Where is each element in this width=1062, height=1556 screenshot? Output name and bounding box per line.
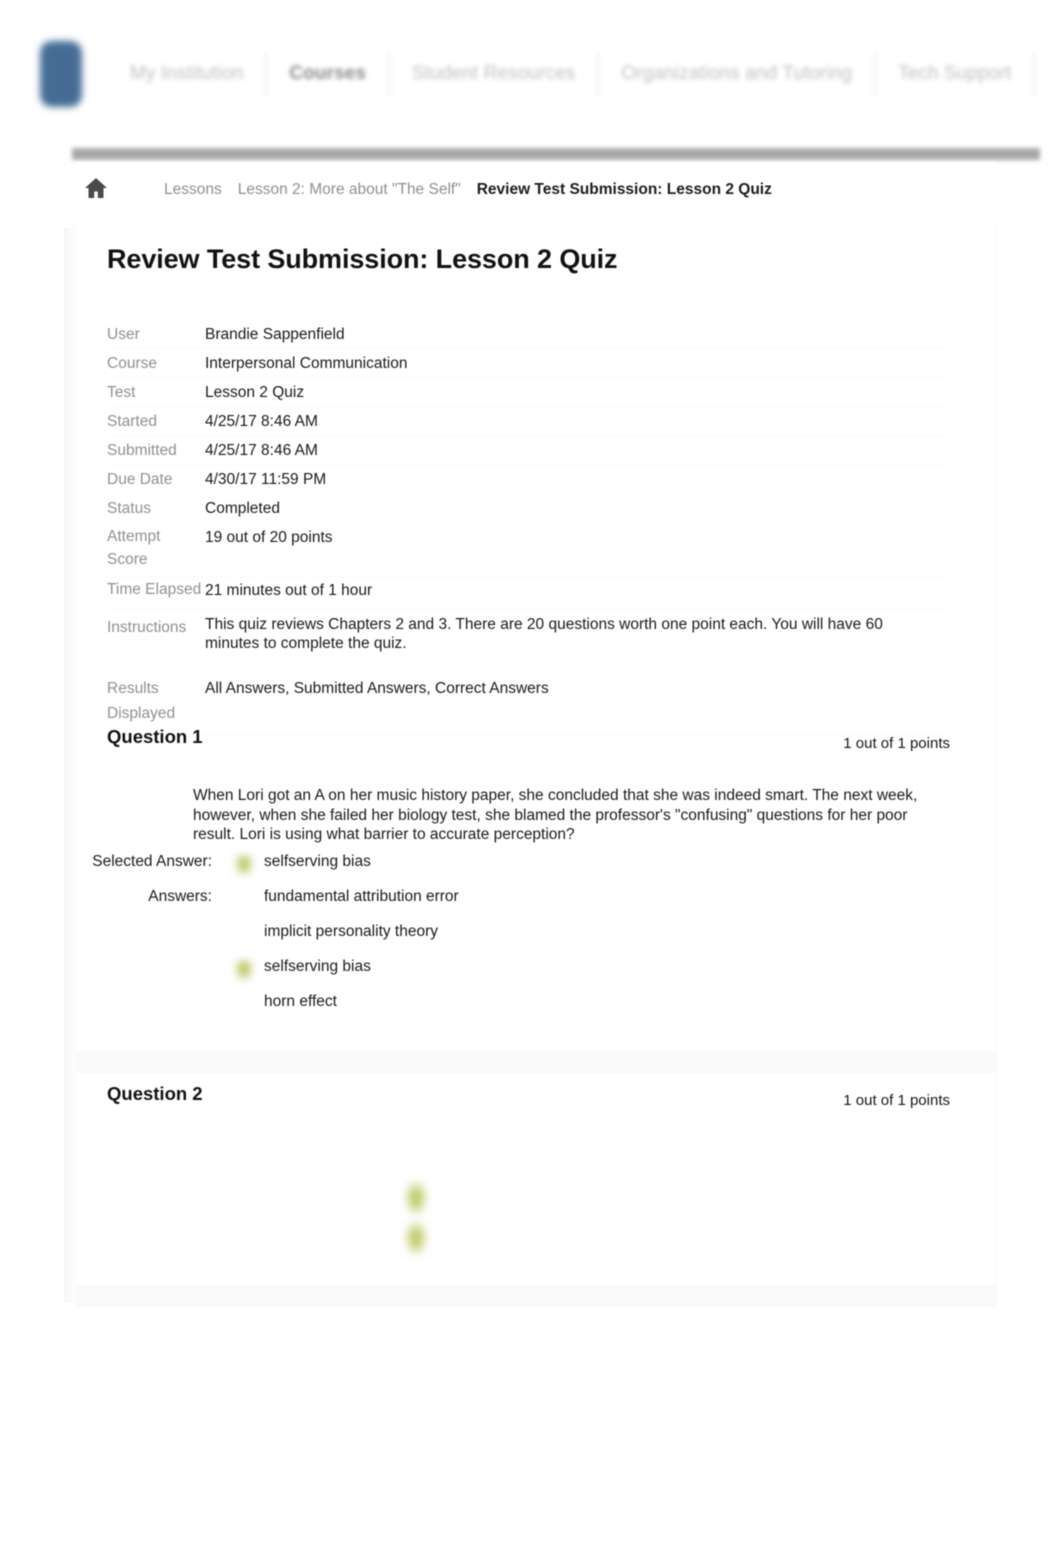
page-title: Review Test Submission: Lesson 2 Quiz [107,244,618,274]
correct-check-icon [234,854,254,876]
breadcrumb-item-lessons[interactable]: Lessons [164,181,222,199]
breadcrumb-item-current: Review Test Submission: Lesson 2 Quiz [476,181,772,198]
table-row: Submitted 4/25/17 8:46 AM [107,436,949,465]
answer-option-row: Answers: fundamental attribution error [76,887,996,922]
submission-summary-table: User Brandie Sappenfield Course Interper… [107,320,949,735]
selected-answer-text: selfserving bias [264,853,371,870]
question-1-title: Question 1 [107,726,203,747]
meta-label-results-displayed: Results Displayed [107,680,176,722]
meta-label-started: Started [107,412,157,430]
correct-answer-mark-wrap [224,852,264,876]
meta-value-status: Completed [205,499,280,517]
nav-tab-organizations-and-tutoring[interactable]: Organizations and Tutoring [599,63,874,85]
question-separator [76,1285,996,1307]
table-row: User Brandie Sappenfield [107,320,949,349]
answer-option-text: fundamental attribution error [264,888,459,905]
meta-value-course: Interpersonal Communication [205,354,408,372]
table-row: Started 4/25/17 8:46 AM [107,407,949,436]
question-block-1: Question 1 1 out of 1 points When Lori g… [76,720,996,1050]
page-root: My Institution Courses Student Resources… [0,0,1062,1556]
meta-label-instructions: Instructions [107,619,187,636]
answer-option-row: implicit personality theory [76,922,996,957]
meta-label-due-date: Due Date [107,470,173,488]
meta-value-submitted: 4/25/17 8:46 AM [205,441,318,459]
question-2-points: 1 out of 1 points [843,1092,950,1109]
question-2-header: Question 2 1 out of 1 points [76,1077,996,1117]
meta-label-attempt-score: Attempt Score [107,527,161,568]
meta-value-results-displayed: All Answers, Submitted Answers, Correct … [205,680,549,697]
answer-option-text: horn effect [264,993,337,1010]
meta-value-user: Brandie Sappenfield [205,325,345,343]
meta-value-due-date: 4/30/17 11:59 PM [205,470,327,488]
question-2-title: Question 2 [107,1083,203,1104]
question-1-header: Question 1 1 out of 1 points [76,720,996,760]
nav-tab-courses[interactable]: Courses [267,63,388,85]
meta-value-attempt-score: 19 out of 20 points [205,528,333,546]
nav-divider [1033,52,1036,96]
correct-check-icon [405,1181,427,1215]
answer-option-row: horn effect [76,992,996,1027]
table-row: Attempt Score 19 out of 20 points [107,523,949,577]
table-row: Test Lesson 2 Quiz [107,378,949,407]
nav-tab-student-resources[interactable]: Student Resources [390,63,597,85]
table-row: Course Interpersonal Communication [107,349,949,378]
course-header-bar [72,148,1040,160]
correct-check-icon [405,1221,427,1255]
question-1-answers: Selected Answer: selfserving bias Answer… [76,852,996,1027]
top-navigation-inner: My Institution Courses Student Resources… [40,40,1036,108]
table-row: Status Completed [107,494,949,523]
question-1-text: When Lori got an A on her music history … [193,787,918,843]
correct-answer-mark-wrap [224,957,264,981]
table-row: Instructions This quiz reviews Chapters … [107,609,949,670]
meta-label-user: User [107,325,140,343]
meta-label-submitted: Submitted [107,441,177,459]
breadcrumb: Lessons Lesson 2: More about "The Self" … [76,162,996,218]
meta-value-test: Lesson 2 Quiz [205,383,305,401]
question-separator [76,1051,996,1073]
institution-logo-icon[interactable] [40,41,82,107]
meta-label-test: Test [107,383,136,401]
answer-option-text: selfserving bias [264,958,371,975]
home-icon[interactable] [84,177,108,204]
breadcrumb-item-lesson-2[interactable]: Lesson 2: More about "The Self" [238,181,461,199]
question-block-2: Question 2 1 out of 1 points [76,1077,996,1307]
table-row: Due Date 4/30/17 11:59 PM [107,465,949,494]
answer-spacer [76,957,224,958]
answers-label: Answers: [148,888,212,905]
meta-value-started: 4/25/17 8:46 AM [205,412,318,430]
selected-answer-label: Selected Answer: [92,853,212,870]
content-panel: Review Test Submission: Lesson 2 Quiz Us… [76,222,996,1307]
top-navigation-bar: My Institution Courses Student Resources… [0,0,1062,140]
meta-label-status: Status [107,499,151,517]
meta-value-instructions: This quiz reviews Chapters 2 and 3. Ther… [205,616,883,652]
table-row: Time Elapsed 21 minutes out of 1 hour [107,577,949,609]
nav-tab-tech-support[interactable]: Tech Support [876,63,1033,85]
correct-check-icon [234,959,254,981]
answer-mark-wrap [224,887,264,889]
answer-spacer [76,992,224,993]
nav-tab-my-institution[interactable]: My Institution [108,63,265,85]
answer-mark-wrap [224,922,264,924]
answer-option-text: implicit personality theory [264,923,439,940]
meta-label-course: Course [107,354,157,372]
answer-spacer [76,922,224,923]
question-1-points: 1 out of 1 points [843,735,950,752]
meta-value-time-elapsed: 21 minutes out of 1 hour [205,582,373,599]
answer-mark-wrap [224,992,264,994]
answer-option-row: selfserving bias [76,957,996,992]
page-bottom-whitespace [0,1307,1062,1556]
selected-answer-row: Selected Answer: selfserving bias [76,852,996,887]
meta-label-time-elapsed: Time Elapsed [107,581,202,598]
